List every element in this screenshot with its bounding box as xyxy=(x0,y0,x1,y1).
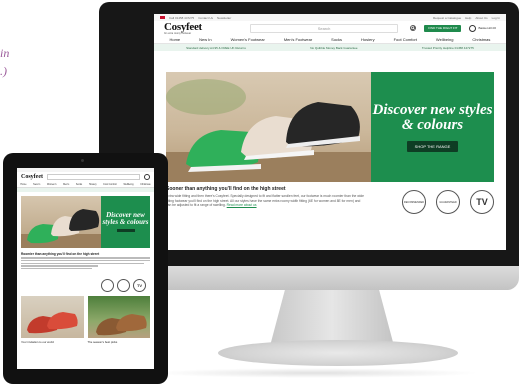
caption-line-1: in xyxy=(0,46,10,60)
tablet-search-input[interactable] xyxy=(47,174,140,180)
util-about-link[interactable]: About Us xyxy=(475,16,487,20)
util-contact-link[interactable]: Contact Us xyxy=(198,16,213,20)
tablet-logo[interactable]: Cosyfeet xyxy=(21,174,43,180)
tablet-nav-home[interactable]: Home xyxy=(20,184,26,186)
tablet-card-title: Your invitation to our world xyxy=(21,340,54,344)
tablet-hero-title: Discover new styles & colours xyxy=(102,211,149,226)
search-button[interactable] xyxy=(410,25,417,31)
nav-christmas[interactable]: Christmas xyxy=(472,37,490,42)
tablet-card-image-red-shoes xyxy=(21,296,84,338)
usp-guarantee: No Quibble Money Back Guarantee xyxy=(310,45,358,50)
tablet-promo-card[interactable]: The season's best picks xyxy=(87,296,150,344)
site-logo[interactable]: Cosyfeet for extra roomy footwear xyxy=(164,20,202,35)
logo-text: Cosyfeet xyxy=(164,20,202,33)
hero-title: Discover new styles & colours xyxy=(372,101,493,133)
nav-hosiery[interactable]: Hosiery xyxy=(361,37,375,42)
tablet-nav-womens[interactable]: Women's xyxy=(47,184,56,186)
monitor-screen: Call 01458 447275 Contact Us Newsletter … xyxy=(154,14,506,250)
basket-icon xyxy=(469,24,477,32)
guaranteed-badge-icon: GUARANTEED xyxy=(436,190,460,214)
intro-section: Sooner than anything you'll find on the … xyxy=(166,186,494,214)
search-icon xyxy=(411,26,416,30)
intro-heading: Sooner than anything you'll find on the … xyxy=(166,186,286,192)
shoes-illustration xyxy=(166,79,371,182)
tablet-hero-panel: Discover new styles & colours xyxy=(101,196,150,248)
tablet-nav-mens[interactable]: Men's xyxy=(63,184,69,186)
search-input[interactable]: Search xyxy=(249,23,399,33)
trust-badges: RECOMMENDED GUARANTEED TV xyxy=(366,186,494,214)
hero-panel: Discover new styles & colours SHOP THE R… xyxy=(371,72,494,182)
intro-body-text: Extra wide fitting and then there's Cosy… xyxy=(166,194,364,207)
intro-body: Extra wide fitting and then there's Cosy… xyxy=(166,194,366,208)
tablet-camera xyxy=(81,159,84,162)
tablet-hero-image xyxy=(21,196,101,248)
nav-mens[interactable]: Men's Footwear xyxy=(284,37,312,42)
utility-bar: Call 01458 447275 Contact Us Newsletter … xyxy=(154,14,506,21)
read-more-link[interactable]: Read more about us xyxy=(227,203,257,207)
tablet-nav-new-in[interactable]: New In xyxy=(33,184,40,186)
tablet-device: Cosyfeet Home New In Women's Men's Socks… xyxy=(3,153,168,384)
tablet-nav-hosiery[interactable]: Hosiery xyxy=(89,184,97,186)
fit-guide-button[interactable]: FIND THE RIGHT FIT xyxy=(424,24,462,32)
tablet-header: Cosyfeet xyxy=(17,172,154,182)
recommended-badge-icon: RECOMMENDED xyxy=(402,190,426,214)
hero-shoes-image xyxy=(166,72,371,182)
usp-helpline: Trusted Priority Helpline 01458 447275 xyxy=(421,45,474,50)
tablet-promo-card[interactable]: Your invitation to our world xyxy=(21,296,84,344)
usp-strip: Standard delivery £4.95 & FREE UK Return… xyxy=(154,44,506,51)
tablet-intro-body xyxy=(21,257,150,270)
caption-line-2: .) xyxy=(0,64,7,78)
tablet-nav-christmas[interactable]: Christmas xyxy=(140,184,150,186)
util-catalogue-link[interactable]: Request a Catalogue xyxy=(433,16,461,20)
hero-banner[interactable]: Discover new styles & colours SHOP THE R… xyxy=(166,72,494,182)
uk-flag-icon xyxy=(160,16,165,19)
tablet-nav-wellbeing[interactable]: Wellbeing xyxy=(123,184,133,186)
tablet-intro-heading: Roomier than anything you'll find on the… xyxy=(21,252,100,256)
tablet-nav-socks[interactable]: Socks xyxy=(76,184,82,186)
main-nav: Home New In Women's Footwear Men's Footw… xyxy=(154,35,506,44)
nav-new-in[interactable]: New In xyxy=(199,37,211,42)
tablet-card-image-brown-shoes xyxy=(87,296,150,338)
nav-wellbeing[interactable]: Wellbeing xyxy=(436,37,454,42)
util-help-link[interactable]: Help xyxy=(465,16,471,20)
tablet-shoes-illustration xyxy=(21,209,101,248)
nav-socks[interactable]: Socks xyxy=(331,37,342,42)
basket-button[interactable]: Basket £0.00 xyxy=(469,24,496,32)
tablet-basket-icon[interactable] xyxy=(144,174,150,180)
search-placeholder: Search xyxy=(317,25,331,31)
usp-delivery: Standard delivery £4.95 & FREE UK Return… xyxy=(186,45,246,50)
util-login-link[interactable]: Log In xyxy=(492,16,500,20)
tablet-guaranteed-badge-icon xyxy=(117,279,130,292)
tablet-nav-foot-comfort[interactable]: Foot Comfort xyxy=(103,184,116,186)
tablet-recommended-badge-icon xyxy=(101,279,114,292)
tablet-tv-badge-icon: TV xyxy=(133,279,146,292)
nav-foot-comfort[interactable]: Foot Comfort xyxy=(394,37,417,42)
tv-badge-icon: TV xyxy=(470,190,494,214)
site-header: Cosyfeet for extra roomy footwear Search… xyxy=(154,21,506,35)
monitor-stand-base xyxy=(218,340,458,366)
util-newsletter-link[interactable]: Newsletter xyxy=(217,16,231,20)
nav-womens[interactable]: Women's Footwear xyxy=(231,37,265,42)
tablet-promo-cards: Your invitation to our world The season'… xyxy=(21,296,150,344)
monitor-neck xyxy=(270,290,394,346)
tablet-hero-banner[interactable]: Discover new styles & colours xyxy=(21,196,150,248)
tablet-intro: Roomier than anything you'll find on the… xyxy=(21,252,150,271)
shop-range-button[interactable]: SHOP THE RANGE xyxy=(406,140,459,152)
tablet-usp-strip xyxy=(17,188,154,192)
tablet-card-title: The season's best picks xyxy=(87,340,118,344)
tablet-shop-button[interactable] xyxy=(116,229,135,232)
basket-label: Basket £0.00 xyxy=(478,26,496,30)
tablet-screen: Cosyfeet Home New In Women's Men's Socks… xyxy=(17,168,154,369)
stand-shadow xyxy=(150,368,480,378)
partial-caption: in .) xyxy=(0,44,9,80)
util-phone-link[interactable]: Call 01458 447275 xyxy=(169,16,194,20)
nav-home[interactable]: Home xyxy=(169,37,180,42)
tablet-trust-badges: TV xyxy=(101,279,146,292)
